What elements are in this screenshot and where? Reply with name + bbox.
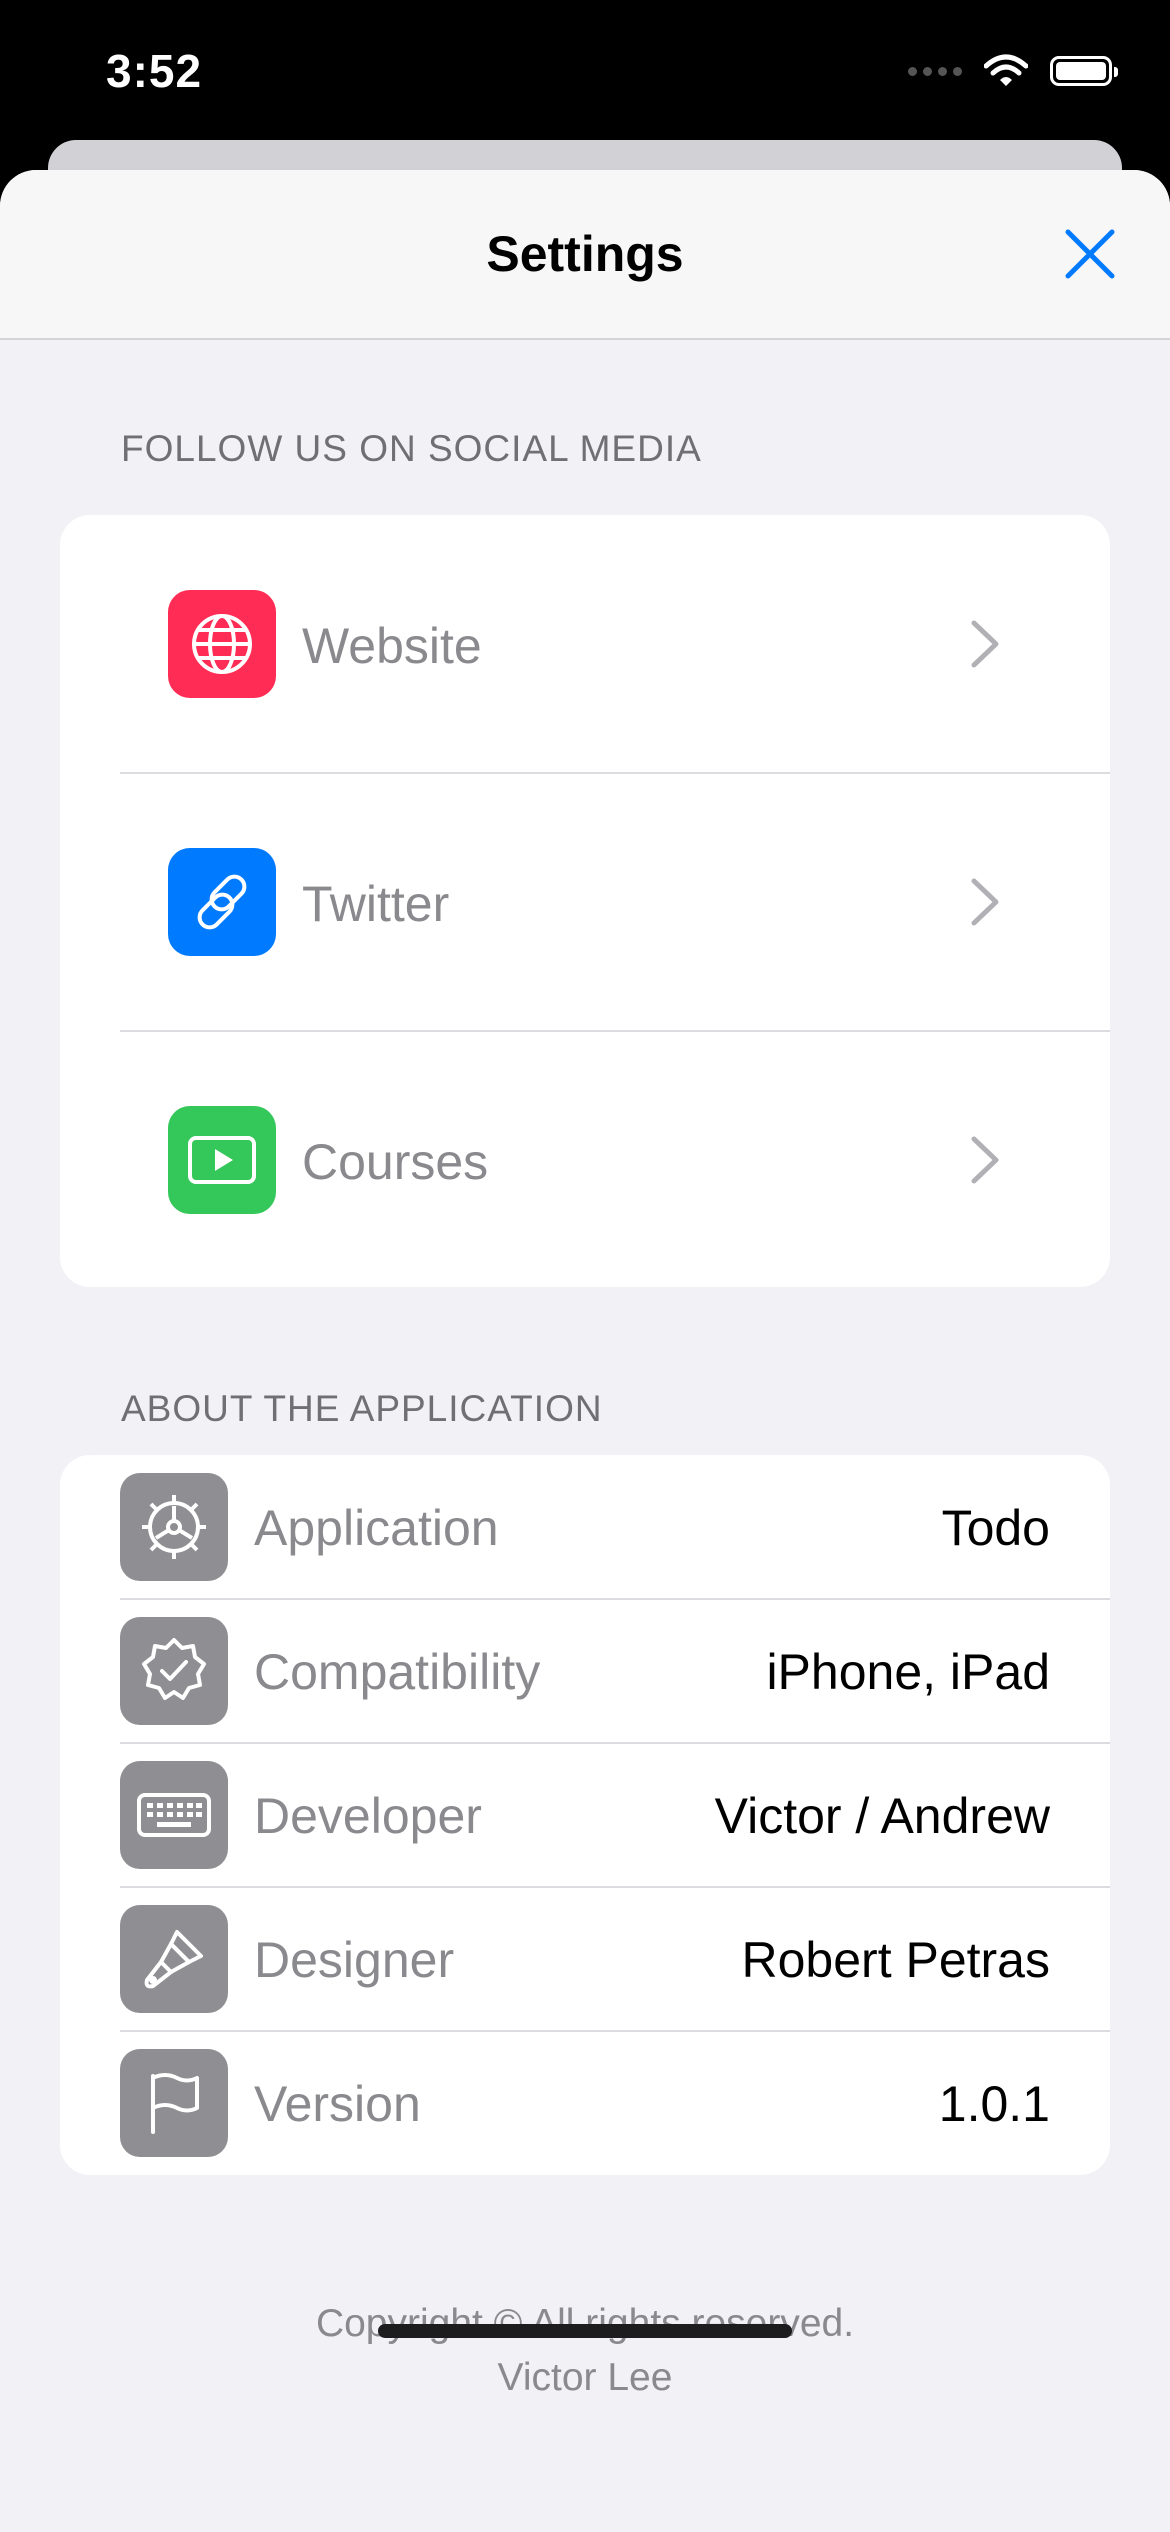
about-label: Version bbox=[254, 2076, 421, 2132]
status-icons bbox=[908, 54, 1118, 88]
wifi-icon bbox=[984, 54, 1028, 86]
checkmark-seal-icon bbox=[120, 1617, 228, 1725]
home-indicator[interactable] bbox=[378, 2324, 792, 2338]
status-time: 3:52 bbox=[106, 45, 203, 97]
about-value: iPhone, iPad bbox=[766, 1644, 1050, 1700]
about-row-designer: Designer Robert Petras bbox=[60, 1887, 1110, 2031]
globe-icon bbox=[168, 590, 276, 698]
social-item-website[interactable]: Website bbox=[60, 515, 1110, 773]
about-label: Developer bbox=[254, 1788, 482, 1844]
about-row-application: Application Todo bbox=[60, 1455, 1110, 1599]
flag-icon bbox=[120, 2049, 228, 2157]
paintbrush-icon bbox=[120, 1905, 228, 2013]
status-bar: 3:52 bbox=[0, 0, 1170, 140]
about-label: Compatibility bbox=[254, 1644, 541, 1700]
social-item-courses[interactable]: Courses bbox=[60, 1031, 1110, 1289]
chevron-right-icon bbox=[971, 878, 999, 926]
about-value: Todo bbox=[941, 1500, 1050, 1556]
keyboard-icon bbox=[120, 1761, 228, 1869]
about-row-developer: Developer Victor / Andrew bbox=[60, 1743, 1110, 1887]
gear-icon bbox=[120, 1473, 228, 1581]
about-row-version: Version 1.0.1 bbox=[60, 2031, 1110, 2175]
close-icon[interactable] bbox=[1062, 226, 1118, 282]
settings-sheet: Settings FOLLOW US ON SOCIAL MEDIA Websi… bbox=[0, 170, 1170, 2532]
about-value: 1.0.1 bbox=[938, 2076, 1050, 2132]
about-row-compatibility: Compatibility iPhone, iPad bbox=[60, 1599, 1110, 1743]
about-section-header: ABOUT THE APPLICATION bbox=[121, 1388, 603, 1429]
page-title: Settings bbox=[486, 226, 684, 282]
social-item-label: Website bbox=[302, 618, 482, 674]
link-icon bbox=[168, 848, 276, 956]
about-card: Application Todo Compatibility iPhone, i… bbox=[60, 1455, 1110, 2175]
social-card: Website Twitter Courses bbox=[60, 515, 1110, 1287]
chevron-right-icon bbox=[971, 620, 999, 668]
battery-icon bbox=[1050, 56, 1118, 86]
about-value: Victor / Andrew bbox=[714, 1788, 1050, 1844]
social-section-header: FOLLOW US ON SOCIAL MEDIA bbox=[121, 428, 702, 469]
social-item-label: Courses bbox=[302, 1134, 489, 1190]
social-item-twitter[interactable]: Twitter bbox=[60, 773, 1110, 1031]
cellular-signal-icon bbox=[908, 66, 962, 76]
author-text: Victor Lee bbox=[497, 2356, 673, 2399]
play-rectangle-icon bbox=[168, 1106, 276, 1214]
about-label: Application bbox=[254, 1500, 499, 1556]
about-value: Robert Petras bbox=[741, 1932, 1050, 1988]
about-label: Designer bbox=[254, 1932, 455, 1988]
social-item-label: Twitter bbox=[302, 876, 450, 932]
chevron-right-icon bbox=[971, 1136, 999, 1184]
navigation-bar: Settings bbox=[0, 170, 1170, 340]
